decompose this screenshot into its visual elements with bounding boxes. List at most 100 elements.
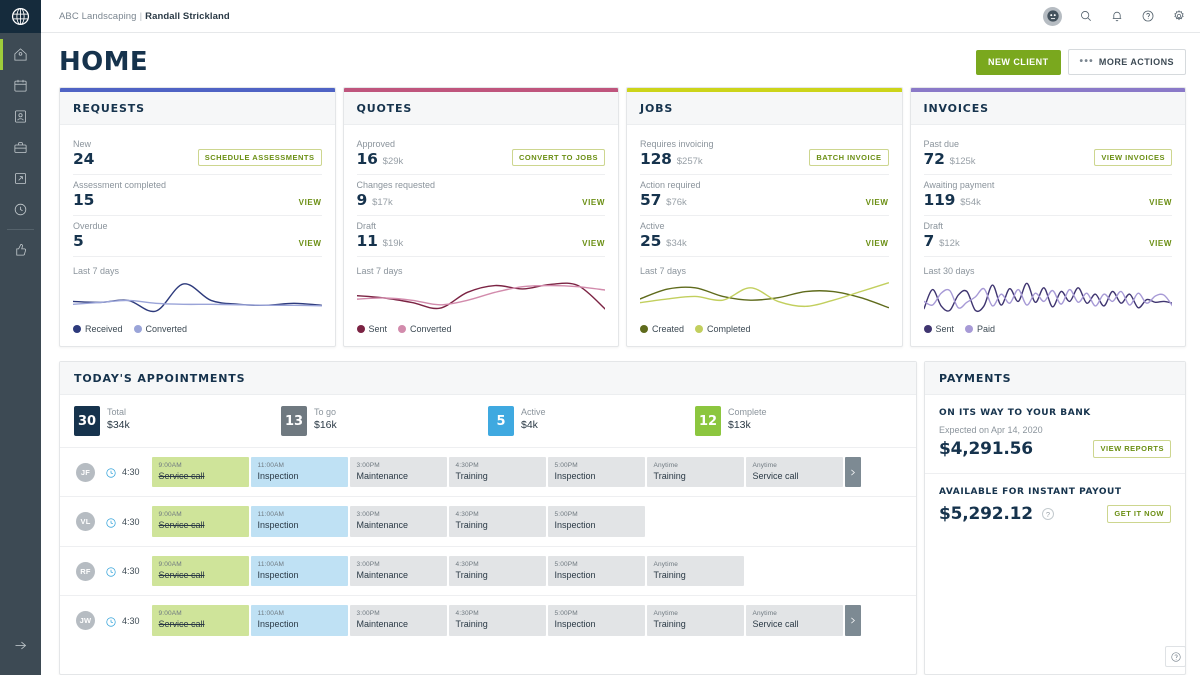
sidebar-item-invoices[interactable] (0, 163, 41, 194)
stat-view-link[interactable]: VIEW (299, 239, 322, 248)
card-header: QUOTES (343, 92, 618, 125)
stat-action-wrap: VIEW INVOICES (1094, 148, 1172, 166)
stat-view-link[interactable]: VIEW (582, 198, 605, 207)
sidebar-item-timesheets[interactable] (0, 194, 41, 225)
appointment-block[interactable]: 4:30PM Training (448, 506, 546, 537)
stat-row: Action required 57 $76k VIEW (640, 175, 889, 216)
summary-label: To go (314, 407, 337, 417)
new-client-button[interactable]: NEW CLIENT (976, 49, 1061, 75)
instant-amount: $5,292.12 (939, 504, 1033, 524)
appointment-block[interactable]: Anytime Training (646, 605, 744, 636)
card-body: Approved 16 $29k CONVERT TO JOBS Changes… (344, 125, 619, 346)
avatar[interactable]: JW (76, 611, 95, 631)
appointment-block[interactable]: 11:00AM Inspection (250, 457, 348, 488)
summary-item[interactable]: 12 Complete $13k (695, 406, 902, 436)
sidebar-item-jobs[interactable] (0, 132, 41, 163)
stat-action-wrap: VIEW (299, 239, 322, 248)
appointment-block[interactable]: 3:00PM Maintenance (349, 457, 447, 488)
appointment-block[interactable]: Anytime Training (646, 457, 744, 488)
appointment-block[interactable]: 4:30PM Training (448, 457, 546, 488)
instant-help-icon[interactable]: ? (1041, 508, 1054, 520)
more-appointments-button[interactable] (844, 457, 861, 488)
stat-view-link[interactable]: VIEW (866, 239, 889, 248)
stat-view-link[interactable]: VIEW (1149, 239, 1172, 248)
avatar[interactable]: JF (76, 462, 95, 482)
appointment-block[interactable]: 3:00PM Maintenance (349, 506, 447, 537)
appointment-block[interactable]: 3:00PM Maintenance (349, 555, 447, 587)
appointment-block[interactable]: Anytime Service call (745, 457, 843, 488)
bell-icon (1112, 11, 1121, 22)
appointment-time: 11:00AM (257, 610, 285, 618)
sidebar-item-home[interactable] (0, 39, 41, 70)
stat-action-button[interactable]: VIEW INVOICES (1094, 148, 1172, 166)
appointment-name: Training (653, 619, 686, 630)
floating-help-button[interactable] (1165, 646, 1186, 667)
more-appointments-button[interactable] (844, 605, 861, 636)
top-bar: ABC Landscaping | Randall Strickland (41, 0, 1200, 33)
instant-amount-row: $5,292.12 ? GET IT NOW (939, 504, 1171, 524)
avatar[interactable]: VL (76, 512, 95, 532)
appointment-block[interactable]: 5:00PM Inspection (547, 457, 645, 488)
stat-amount: $257k (676, 156, 703, 167)
search-icon (1080, 11, 1091, 21)
notifications-button[interactable] (1109, 9, 1124, 24)
appointment-block[interactable]: 4:30PM Training (448, 555, 546, 587)
payments-title: PAYMENTS (939, 372, 1012, 385)
legend-item: Sent (923, 324, 954, 334)
appointment-block[interactable]: 3:00PM Maintenance (349, 605, 447, 636)
sparkline-section: Last 7 days Received Converted (73, 257, 322, 334)
appointment-name: Training (455, 470, 488, 481)
appointment-block[interactable]: Anytime Training (646, 555, 744, 587)
appointment-block[interactable]: 11:00AM Inspection (250, 605, 348, 636)
summary-item[interactable]: 5 Active $4k (488, 406, 695, 436)
sparkline-chart (357, 278, 606, 318)
appointment-block[interactable]: 9:00AM Service call (151, 457, 249, 488)
summary-amount: $16k (314, 419, 337, 432)
sparkline-section: Last 7 days Created Completed (640, 257, 889, 334)
more-actions-button[interactable]: ••• MORE ACTIONS (1067, 49, 1186, 75)
bank-amount: $4,291.56 (939, 439, 1033, 459)
appointment-block[interactable]: 11:00AM Inspection (250, 555, 348, 587)
appointment-block[interactable]: 5:00PM Inspection (547, 555, 645, 587)
appointment-block[interactable]: 11:00AM Inspection (250, 506, 348, 537)
appointment-block[interactable]: 4:30PM Training (448, 605, 546, 636)
help-button[interactable] (1140, 9, 1155, 24)
stat-view-link[interactable]: VIEW (866, 198, 889, 207)
summary-item[interactable]: 13 To go $16k (281, 406, 488, 436)
avatar-icon-button[interactable] (1043, 6, 1062, 26)
stat-label: Draft (923, 221, 944, 231)
sidebar-expand-button[interactable] (0, 630, 41, 661)
stat-value: 72 (923, 150, 945, 168)
settings-button[interactable] (1171, 9, 1186, 24)
stat-value: 24 (73, 150, 95, 168)
appointment-block[interactable]: 5:00PM Inspection (547, 605, 645, 636)
clock-icon (14, 203, 27, 216)
stat-action-button[interactable]: BATCH INVOICE (809, 148, 889, 166)
stat-label: Awaiting payment (923, 180, 995, 190)
appointment-block[interactable]: Anytime Service call (745, 605, 843, 636)
appointment-block[interactable]: 9:00AM Service call (151, 555, 249, 587)
stat-action-button[interactable]: SCHEDULE ASSESSMENTS (197, 148, 322, 166)
view-reports-button[interactable]: VIEW REPORTS (1093, 440, 1171, 458)
summary-label: Active (521, 407, 546, 417)
search-button[interactable] (1078, 9, 1093, 24)
sidebar-item-clients[interactable] (0, 101, 41, 132)
avatar[interactable]: RF (76, 561, 95, 581)
sidebar-item-reviews[interactable] (0, 234, 41, 265)
app-logo[interactable] (0, 0, 41, 33)
stat-view-link[interactable]: VIEW (1149, 198, 1172, 207)
stat-action-button[interactable]: CONVERT TO JOBS (511, 148, 605, 166)
appointment-block[interactable]: 9:00AM Service call (151, 605, 249, 636)
sidebar-item-schedule[interactable] (0, 70, 41, 101)
stat-action-wrap: VIEW (582, 198, 605, 207)
appointments-header: TODAY'S APPOINTMENTS (60, 362, 916, 395)
stat-view-link[interactable]: VIEW (582, 239, 605, 248)
stat-action-wrap: VIEW (866, 198, 889, 207)
appointment-block[interactable]: 9:00AM Service call (151, 506, 249, 537)
appointment-block[interactable]: 5:00PM Inspection (547, 506, 645, 537)
appointment-name: Training (653, 569, 686, 580)
stat-value-row: 119 $54k (924, 191, 1173, 209)
get-it-now-button[interactable]: GET IT NOW (1107, 505, 1171, 523)
summary-item[interactable]: 30 Total $34k (74, 406, 281, 436)
stat-view-link[interactable]: VIEW (299, 198, 322, 207)
